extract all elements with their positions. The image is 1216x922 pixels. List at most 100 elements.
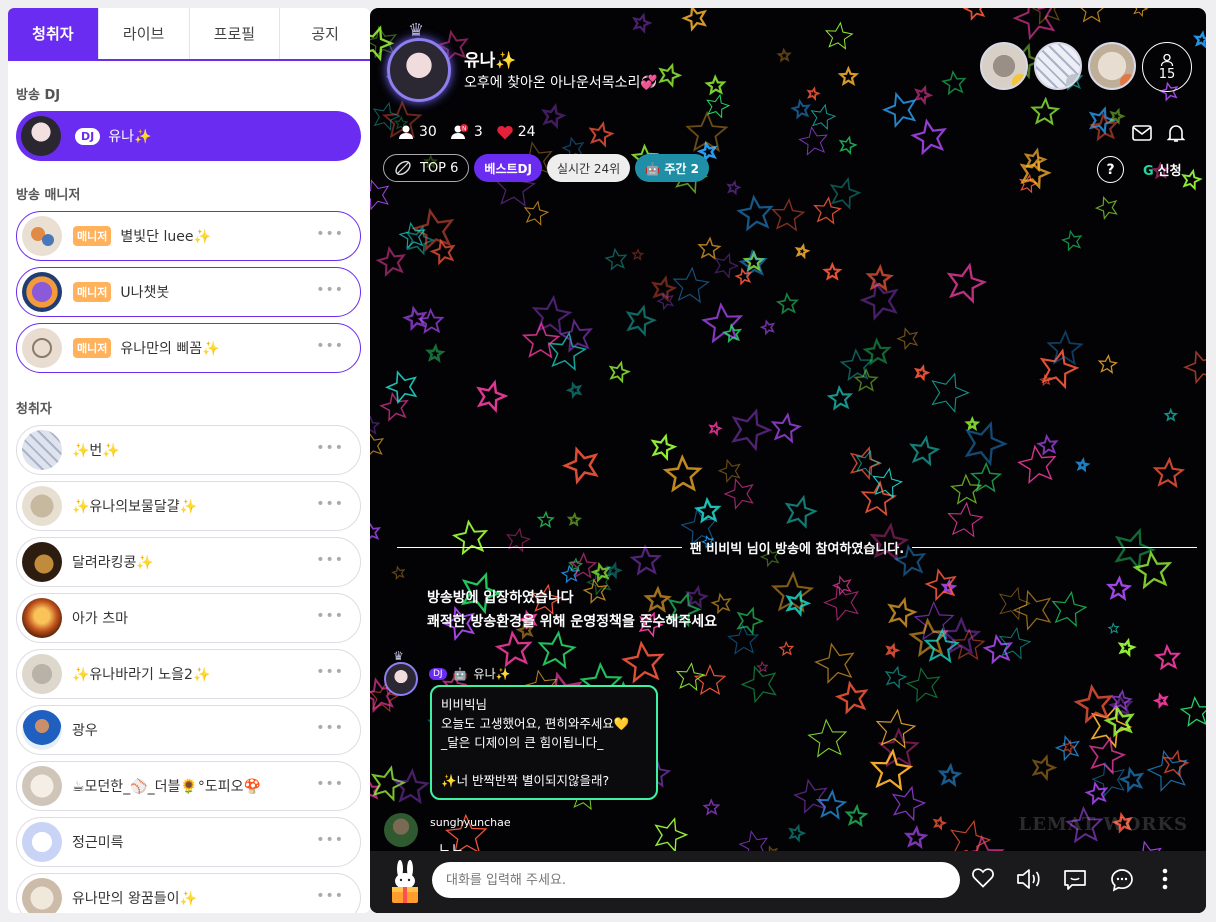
star-shape (794, 243, 811, 260)
listener-row[interactable]: ☕모던한_⚾_더블🌻°도피오🍄 ••• (16, 761, 361, 811)
top-rank-chip[interactable]: TOP 6 (383, 154, 470, 182)
more-vertical-icon[interactable] (1162, 868, 1168, 890)
chat-bubble-icon[interactable] (1110, 868, 1134, 892)
star-shape (681, 8, 708, 32)
star-shape (860, 480, 897, 517)
star-shape (662, 453, 703, 493)
message-author: sunghyunchae (430, 816, 511, 829)
listener-row[interactable]: ✨유나바라기 노을2✨ ••• (16, 649, 361, 699)
manager-row[interactable]: 매니저 별빛단 luee✨ ••• (16, 211, 361, 261)
chat-input[interactable] (432, 862, 960, 898)
volume-icon[interactable] (1016, 868, 1042, 890)
star-shape (658, 62, 683, 88)
star-shape (1109, 107, 1126, 125)
star-shape (731, 408, 773, 452)
listener-section-title: 청취자 (16, 402, 52, 417)
star-shape (905, 667, 941, 703)
star-shape (872, 467, 904, 499)
star-shape (604, 247, 628, 271)
star-shape (1103, 705, 1135, 738)
star-shape (391, 565, 406, 580)
star-shape (790, 98, 812, 120)
sticker-chat-icon[interactable] (1063, 868, 1087, 892)
more-icon[interactable]: ••• (316, 720, 344, 736)
star-shape (778, 640, 795, 657)
listener-name: ✨유나바라기 노을2✨ (72, 667, 211, 683)
star-shape (727, 623, 760, 655)
more-icon[interactable]: ••• (316, 888, 344, 904)
more-icon[interactable]: ••• (316, 440, 344, 456)
star-shape (913, 84, 934, 106)
message-avatar[interactable] (384, 813, 418, 847)
listener-row[interactable]: ✨유나의보물달걀✨ ••• (16, 481, 361, 531)
manager-row[interactable]: 매니저 유나만의 삐꼼✨ ••• (16, 323, 361, 373)
star-shape (702, 798, 721, 816)
realtime-rank-chip[interactable]: 실시간 24위 (546, 154, 631, 182)
listener-row[interactable]: 정근미륵 ••• (16, 817, 361, 867)
top-fan-avatar[interactable] (1034, 42, 1082, 90)
more-icon[interactable]: ••• (316, 608, 344, 624)
tab-notice[interactable]: 공지 (280, 8, 370, 59)
gift-rabbit-icon[interactable] (390, 859, 420, 905)
star-shape (1146, 749, 1188, 793)
star-shape (536, 510, 555, 529)
more-icon[interactable]: ••• (316, 282, 344, 298)
top-fan-avatar[interactable] (980, 42, 1028, 90)
more-icon[interactable]: ••• (316, 338, 344, 354)
heart-icon[interactable] (972, 868, 994, 888)
apply-label: 신청 (1157, 164, 1182, 179)
bell-icon[interactable] (1167, 124, 1185, 143)
avatar (22, 430, 62, 470)
star-shape (1132, 8, 1149, 18)
star-shape (392, 767, 431, 805)
message-avatar[interactable] (384, 662, 418, 696)
star-shape (1051, 590, 1088, 628)
star-shape (722, 323, 743, 344)
star-shape (1054, 734, 1080, 762)
manager-name: 별빛단 luee✨ (120, 229, 211, 245)
star-shape (770, 412, 803, 444)
more-icon[interactable]: ••• (316, 832, 344, 848)
listener-row[interactable]: 광우 ••• (16, 705, 361, 755)
panel-tabs: 청취자 라이브 프로필 공지 (8, 8, 370, 61)
star-shape (625, 304, 657, 337)
manager-name: U나챗봇 (120, 285, 170, 301)
listener-row[interactable]: 달려라킹콩✨ ••• (16, 537, 361, 587)
manager-row[interactable]: 매니저 U나챗봇 ••• (16, 267, 361, 317)
listener-row[interactable]: ✨번✨ ••• (16, 425, 361, 475)
listener-name: ✨번✨ (72, 443, 120, 459)
tab-listeners[interactable]: 청취자 (8, 8, 99, 59)
star-shape (941, 70, 967, 96)
listener-count-button[interactable]: 15 (1142, 42, 1192, 92)
star-shape (909, 434, 941, 467)
more-icon[interactable]: ••• (316, 664, 344, 680)
star-shape (566, 511, 583, 527)
tab-profile[interactable]: 프로필 (190, 8, 281, 59)
star-shape (885, 642, 901, 659)
top-fan-avatar[interactable] (1088, 42, 1136, 90)
best-dj-chip[interactable]: 베스트DJ (474, 154, 542, 182)
listener-row[interactable]: 유나만의 왕꿈들이✨ ••• (16, 873, 361, 913)
join-notice-text: 팬 비비빅 님이 방송에 참여하였습니다. (689, 542, 905, 557)
message-line: _달은 디제이의 큰 힘이됩니다_ (441, 735, 604, 750)
tab-live[interactable]: 라이브 (99, 8, 190, 59)
manager-name: 유나만의 삐꼼✨ (120, 341, 220, 357)
apply-button[interactable]: G 신청 (1143, 160, 1182, 179)
star-shape (1046, 329, 1084, 366)
listener-row[interactable]: 아가 츠마 ••• (16, 593, 361, 643)
weekly-rank-chip[interactable]: 🤖 주간 2 (635, 154, 709, 182)
dj-row[interactable]: DJ 유나✨ (16, 111, 361, 161)
message-line: 비비빅님 (441, 697, 488, 712)
avatar (21, 116, 61, 156)
more-icon[interactable]: ••• (316, 496, 344, 512)
more-icon[interactable]: ••• (316, 776, 344, 792)
avatar (22, 486, 62, 526)
more-icon[interactable]: ••• (316, 226, 344, 242)
star-shape (865, 263, 895, 292)
more-icon[interactable]: ••• (316, 552, 344, 568)
star-shape (813, 196, 842, 225)
bj-avatar[interactable] (387, 38, 451, 102)
help-button[interactable]: ? (1097, 156, 1124, 183)
star-shape (793, 778, 828, 814)
mail-icon[interactable] (1132, 125, 1152, 141)
